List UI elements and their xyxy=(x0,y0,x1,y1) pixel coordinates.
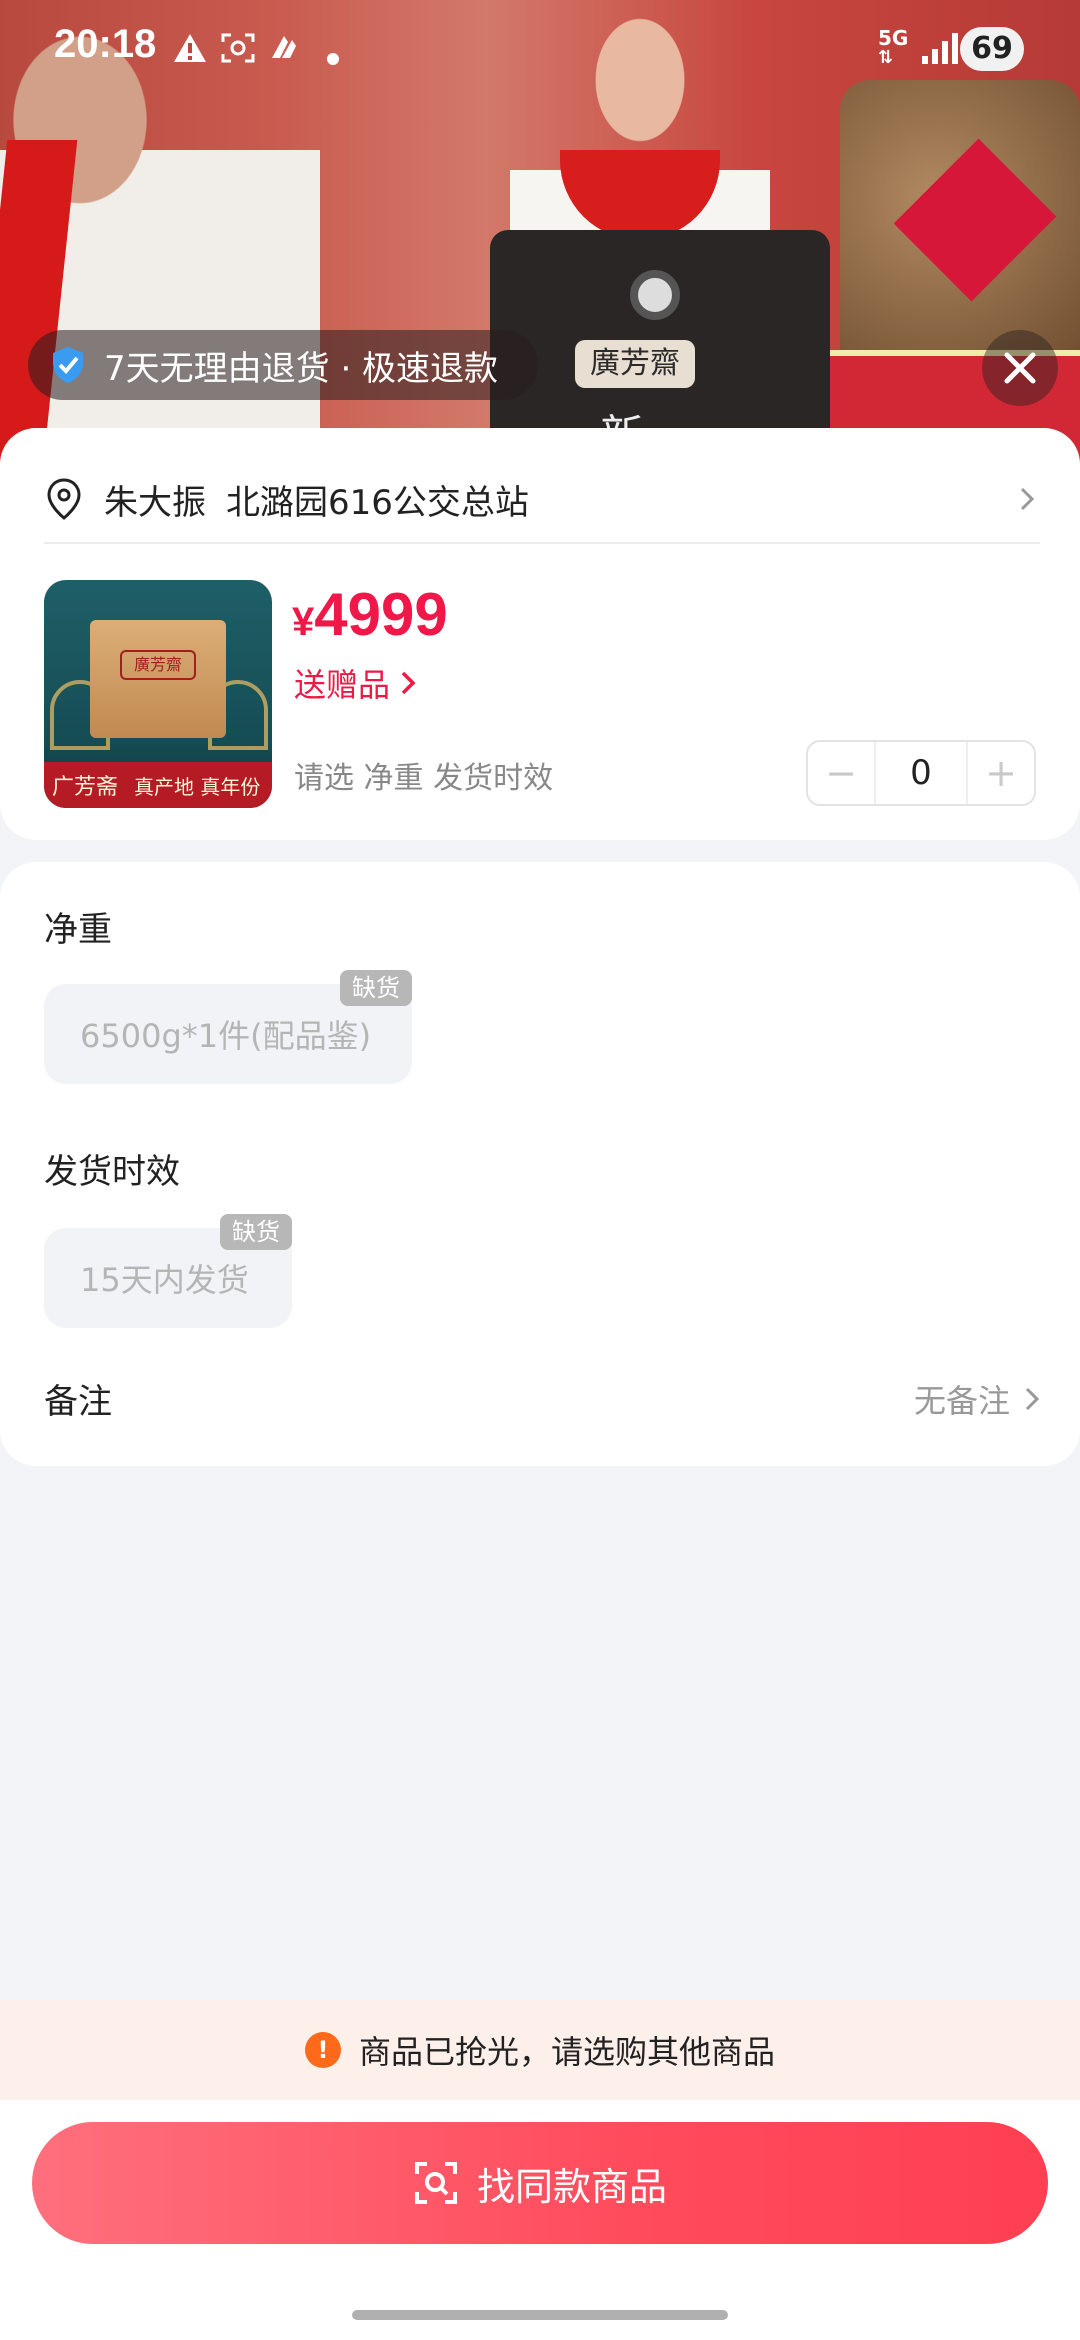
out-of-stock-badge: 缺货 xyxy=(220,1214,292,1250)
product-summary-card: 朱大振 北潞园616公交总站 廣芳齋 广芳斋 真产地 真年份 ¥4999 送赠品… xyxy=(0,428,1080,840)
clock: 20:18 xyxy=(54,22,157,66)
product-thumbnail[interactable]: 廣芳齋 广芳斋 真产地 真年份 xyxy=(44,580,272,808)
alert-icon: ! xyxy=(304,2032,341,2068)
price-value: 4999 xyxy=(314,581,448,648)
close-icon xyxy=(1004,352,1036,384)
recipient-address: 北潞园616公交总站 xyxy=(226,482,529,523)
network-type: 5G ⇅ xyxy=(878,26,909,68)
chevron-right-icon xyxy=(1025,1387,1040,1410)
find-similar-label: 找同款商品 xyxy=(476,2164,667,2209)
warning-icon xyxy=(172,32,208,72)
quantity-value[interactable]: 0 xyxy=(874,742,968,804)
chevron-right-icon xyxy=(401,671,416,695)
location-pin-icon xyxy=(47,478,81,520)
notice-text: 商品已抢光，请选购其他商品 xyxy=(358,2033,775,2071)
app-notification-icon xyxy=(268,32,304,72)
increase-button[interactable]: + xyxy=(968,742,1034,804)
weight-section-title: 净重 xyxy=(44,910,112,950)
return-policy-badge: 7天无理由退货 · 极速退款 xyxy=(28,330,539,400)
battery-indicator: 69 xyxy=(960,27,1024,71)
shipping-option-label: 15天内发货 xyxy=(80,1261,249,1299)
home-indicator[interactable] xyxy=(352,2310,728,2320)
gift-link[interactable]: 送赠品 xyxy=(294,660,416,706)
signal-icon xyxy=(922,33,958,64)
product-box-image: 廣芳齋 xyxy=(90,620,226,738)
dot-icon xyxy=(326,36,340,74)
weight-option-label: 6500g*1件(配品鉴) xyxy=(80,1017,372,1055)
remark-value: 无备注 xyxy=(913,1381,1010,1420)
scan-search-icon xyxy=(414,2162,457,2204)
bottom-action-bar: 找同款商品 xyxy=(0,2100,1080,2340)
out-of-stock-badge: 缺货 xyxy=(340,970,412,1006)
thumb-seal: 廣芳齋 xyxy=(120,650,196,680)
remark-label: 备注 xyxy=(44,1382,112,1422)
chevron-right-icon xyxy=(1020,487,1035,511)
screenshot-icon xyxy=(220,32,256,72)
gift-label: 送赠品 xyxy=(294,666,391,704)
sold-out-notice: ! 商品已抢光，请选购其他商品 xyxy=(0,2000,1080,2100)
product-price: ¥4999 xyxy=(292,580,448,649)
status-bar: 20:18 5G ⇅ 69 xyxy=(0,0,1080,100)
shield-check-icon xyxy=(53,347,83,383)
address-row[interactable]: 朱大振 北潞园616公交总站 xyxy=(44,456,1040,544)
decrease-button[interactable]: − xyxy=(808,742,874,804)
find-similar-button[interactable]: 找同款商品 xyxy=(32,2122,1048,2244)
return-policy-text: 7天无理由退货 · 极速退款 xyxy=(104,348,499,389)
shipping-section-title: 发货时效 xyxy=(44,1152,180,1192)
thumb-banner: 广芳斋 真产地 真年份 xyxy=(44,762,272,808)
currency-symbol: ¥ xyxy=(292,600,315,644)
thumb-brand: 广芳斋 xyxy=(52,775,119,800)
recipient-name: 朱大振 xyxy=(104,482,206,523)
options-card: 净重 6500g*1件(配品鉴) 缺货 发货时效 15天内发货 缺货 备注 无备… xyxy=(0,862,1080,1466)
remark-row[interactable]: 备注 无备注 xyxy=(44,1374,1040,1423)
close-button[interactable] xyxy=(982,330,1058,406)
product-jar-image xyxy=(840,80,1080,380)
thumb-slogan: 真产地 真年份 xyxy=(134,774,261,799)
quantity-stepper: − 0 + xyxy=(806,740,1036,806)
selection-hint: 请选 净重 发货时效 xyxy=(294,761,554,796)
tin-label: 廣芳齋 xyxy=(575,340,695,388)
